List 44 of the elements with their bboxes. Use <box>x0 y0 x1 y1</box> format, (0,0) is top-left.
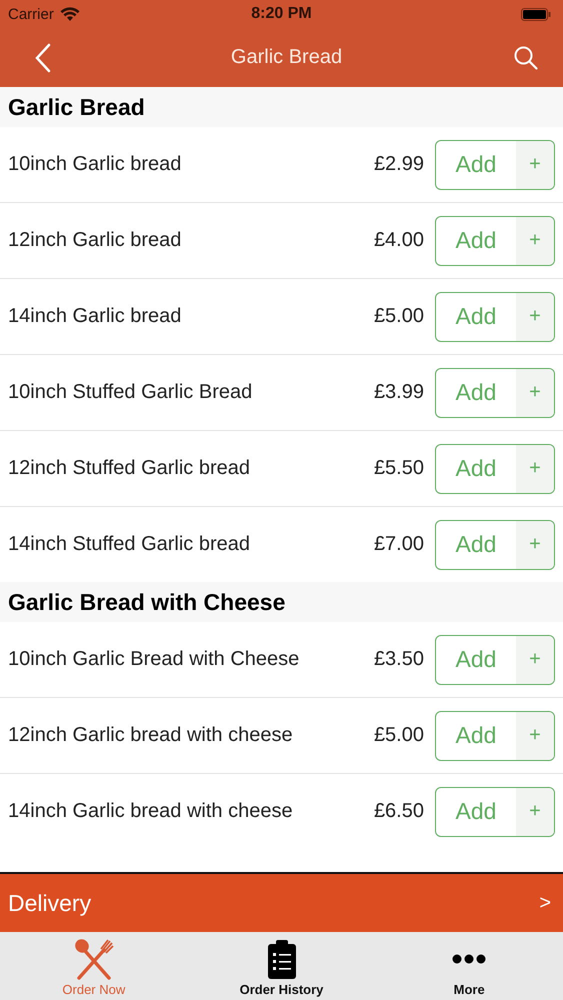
add-button[interactable]: Add + <box>435 634 555 684</box>
item-name: 14inch Stuffed Garlic bread <box>8 533 252 556</box>
item-price: £3.99 <box>374 381 424 404</box>
item-name: 10inch Stuffed Garlic Bread <box>8 381 254 404</box>
status-time: 8:20 PM <box>251 5 312 23</box>
add-button[interactable]: Add + <box>435 368 555 418</box>
item-name: 12inch Stuffed Garlic bread <box>8 457 252 480</box>
back-button[interactable] <box>34 42 52 72</box>
search-icon <box>513 44 539 70</box>
add-button[interactable]: Add + <box>435 520 555 570</box>
item-name: 12inch Garlic bread with cheese <box>8 724 294 747</box>
item-name: 10inch Garlic bread <box>8 153 182 176</box>
item-name: 14inch Garlic bread with cheese <box>8 800 294 823</box>
screen-title: Garlic Bread <box>230 46 342 69</box>
add-button[interactable]: Add + <box>435 292 555 342</box>
tab-item[interactable]: More <box>375 932 563 1000</box>
item-price: £7.00 <box>374 533 424 556</box>
item-price: £3.50 <box>374 648 424 671</box>
item-price: £2.99 <box>374 153 424 176</box>
item-price: £4.00 <box>374 229 424 252</box>
item-name: 14inch Garlic bread <box>8 305 182 328</box>
item-price: £5.00 <box>374 724 424 747</box>
section-header: Garlic Bread <box>0 87 563 127</box>
item-price: £5.50 <box>374 457 424 480</box>
battery-icon <box>521 8 551 20</box>
search-button[interactable] <box>513 44 539 70</box>
item-name: 10inch Garlic Bread with Cheese <box>8 648 300 671</box>
wifi-icon <box>60 7 80 21</box>
clipboard-icon <box>266 939 296 979</box>
add-button[interactable]: Add + <box>435 140 555 190</box>
tab-item[interactable]: Order Now <box>0 932 188 1000</box>
add-button[interactable]: Add + <box>435 216 555 266</box>
carrier-label: Carrier <box>8 6 54 22</box>
delivery-button[interactable]: Delivery > <box>0 874 563 932</box>
add-button[interactable]: Add + <box>435 444 555 494</box>
item-name: 12inch Garlic bread <box>8 229 182 252</box>
section-header: Garlic Bread with Cheese <box>0 582 563 622</box>
tab-item[interactable]: Order History <box>188 932 376 1000</box>
add-button[interactable]: Add + <box>435 710 555 760</box>
item-price: £6.50 <box>374 800 424 823</box>
add-button[interactable]: Add + <box>435 786 555 836</box>
more-icon <box>452 954 486 964</box>
item-price: £5.00 <box>374 305 424 328</box>
back-icon <box>34 42 52 72</box>
